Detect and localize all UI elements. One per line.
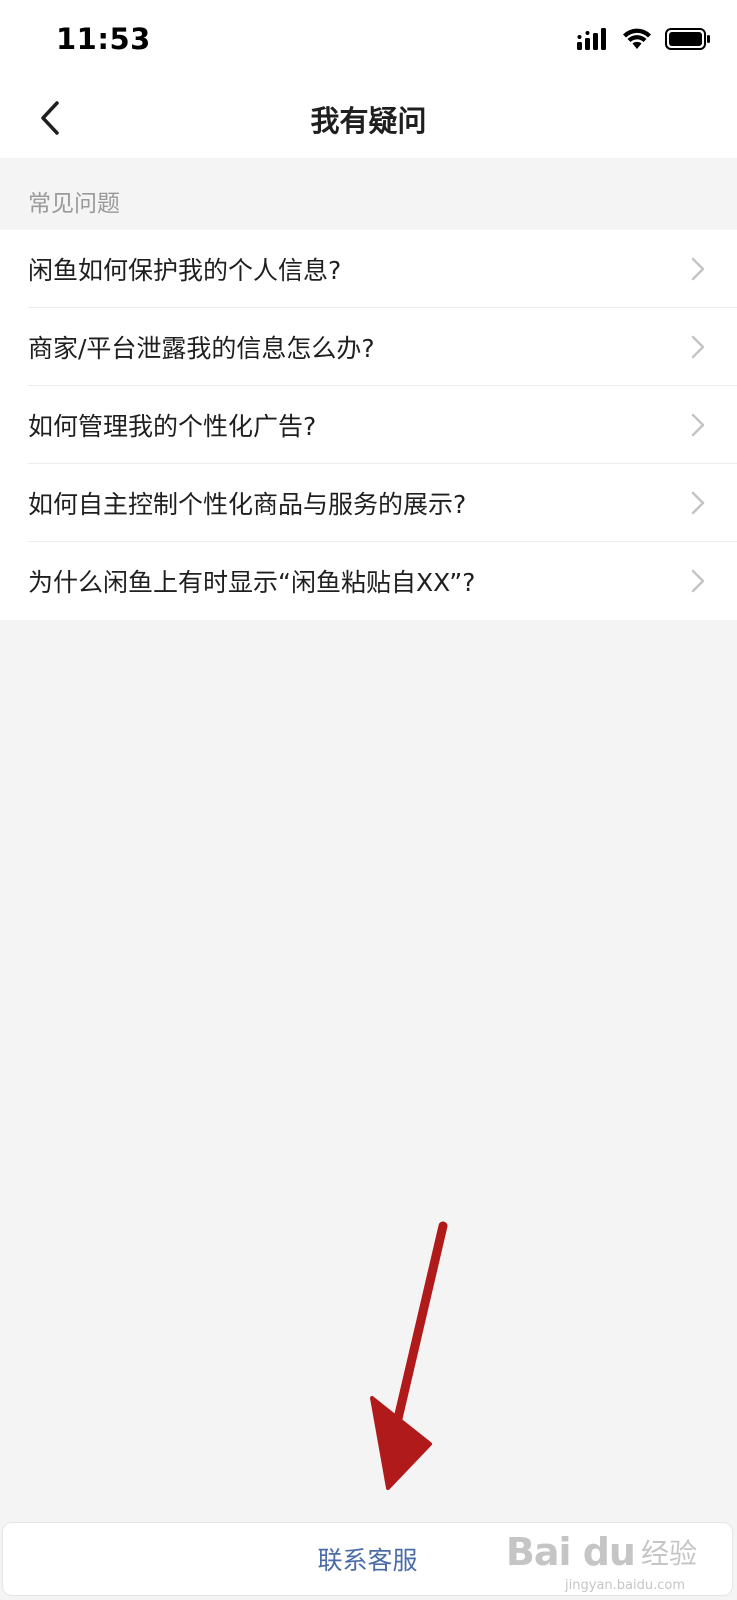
section-header: 常见问题 xyxy=(0,158,737,230)
contact-customer-service-button[interactable]: 联系客服 xyxy=(3,1523,732,1595)
faq-item-label: 为什么闲鱼上有时显示“闲鱼粘贴自XX”? xyxy=(28,568,476,597)
chevron-right-icon xyxy=(691,491,705,515)
faq-item[interactable]: 为什么闲鱼上有时显示“闲鱼粘贴自XX”? xyxy=(0,542,737,620)
faq-item[interactable]: 如何管理我的个性化广告? xyxy=(0,386,737,464)
faq-item-label: 闲鱼如何保护我的个人信息? xyxy=(28,256,342,285)
faq-item[interactable]: 闲鱼如何保护我的个人信息? xyxy=(0,230,737,308)
page-title: 我有疑问 xyxy=(310,104,427,138)
chevron-right-icon xyxy=(691,257,705,281)
status-icons xyxy=(577,28,711,50)
status-bar: 11:53 xyxy=(0,0,737,78)
wifi-icon xyxy=(623,28,651,49)
faq-item-label: 如何管理我的个性化广告? xyxy=(28,412,317,441)
faq-item[interactable]: 商家/平台泄露我的信息怎么办? xyxy=(0,308,737,386)
chevron-right-icon xyxy=(691,335,705,359)
faq-item-label: 商家/平台泄露我的信息怎么办? xyxy=(28,334,375,363)
faq-item-label: 如何自主控制个性化商品与服务的展示? xyxy=(28,490,467,519)
cellular-signal-icon xyxy=(577,28,606,50)
battery-icon xyxy=(665,28,710,50)
nav-bar: 我有疑问 xyxy=(0,78,737,158)
status-time: 11:53 xyxy=(56,22,151,56)
faq-item[interactable]: 如何自主控制个性化商品与服务的展示? xyxy=(0,464,737,542)
bottom-bar: 联系客服 xyxy=(2,1522,733,1596)
chevron-right-icon xyxy=(691,569,705,593)
section-label: 常见问题 xyxy=(28,191,120,217)
chevron-right-icon xyxy=(691,413,705,437)
faq-list: 闲鱼如何保护我的个人信息? 商家/平台泄露我的信息怎么办? 如何管理我的个性化广… xyxy=(0,230,737,620)
